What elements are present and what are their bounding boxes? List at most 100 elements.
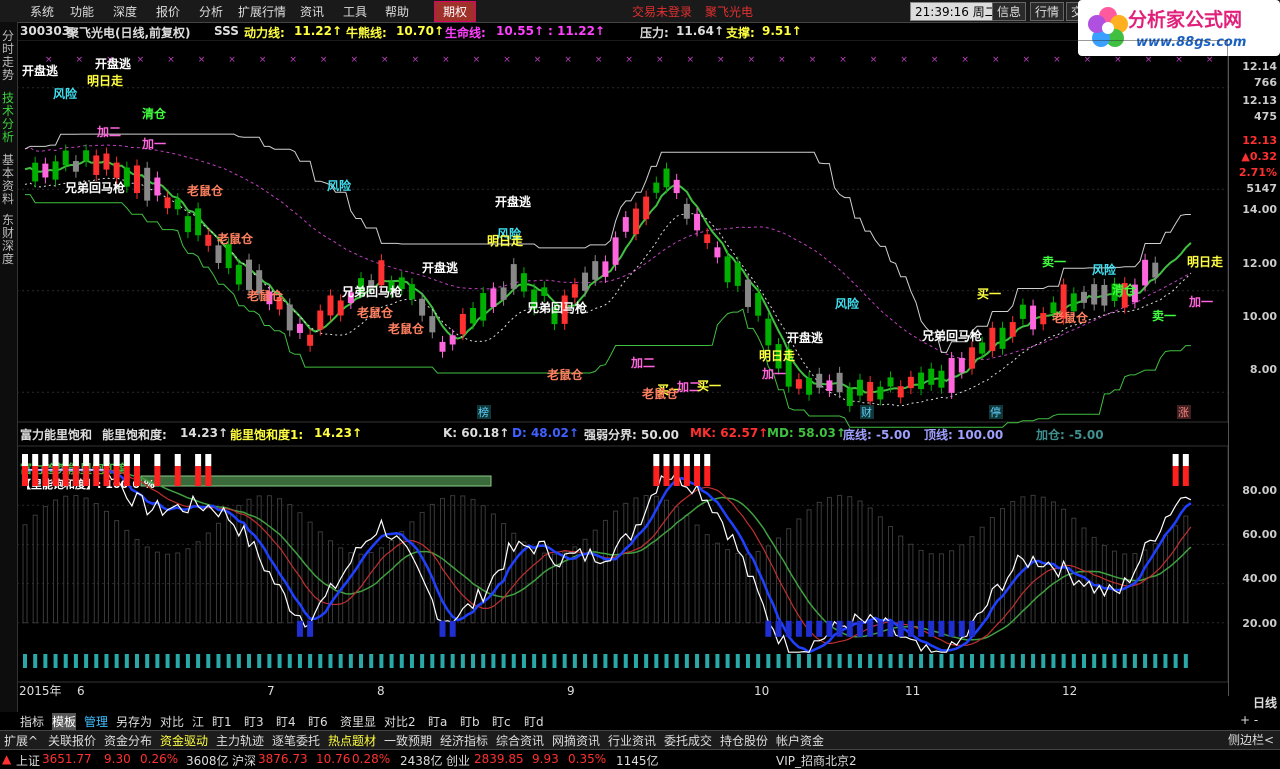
menu-help[interactable]: 帮助 <box>385 3 409 20</box>
chart-area[interactable]: ××××××××××××××××××××××××××××××××××××××××… <box>17 40 1228 712</box>
info-button[interactable]: 信息 <box>992 2 1027 21</box>
candle-body <box>755 293 762 316</box>
vip-account[interactable]: VIP_招商北京2 <box>776 752 857 769</box>
osc-base-bar <box>1122 654 1127 668</box>
toolbar-button[interactable]: 一致预期 <box>384 732 432 749</box>
saturation-block <box>134 466 141 486</box>
x-axis-label: 11 <box>905 684 920 698</box>
price-tick: 12.00 <box>1242 257 1277 270</box>
indicator-tab[interactable]: 盯3 <box>244 713 264 730</box>
toolbar-button[interactable]: 网摘资讯 <box>552 732 600 749</box>
menu-depth[interactable]: 深度 <box>113 3 137 20</box>
indicator-tab[interactable]: 江 <box>192 713 204 730</box>
osc-base-bar <box>593 654 598 668</box>
osc-column <box>969 536 975 624</box>
zoom-buttons[interactable]: + - <box>1240 713 1258 727</box>
signal-label: 开盘逃 <box>22 63 59 78</box>
toolbar-button[interactable]: 扩展^ <box>4 732 38 749</box>
osc-top-line: 顶线: 100.00 <box>924 428 1004 442</box>
osc-base-bar <box>511 654 516 668</box>
indicator-tab[interactable]: 盯d <box>524 713 544 730</box>
menu-news[interactable]: 资讯 <box>300 3 324 20</box>
toolbar-button[interactable]: 逐笔委托 <box>272 732 320 749</box>
cy-label[interactable]: 创业 <box>446 752 470 769</box>
osc-column <box>938 553 944 624</box>
cy-change: 9.93 <box>532 752 559 766</box>
saturation-cap <box>205 454 212 466</box>
toolbar-button[interactable]: 持仓股份 <box>720 732 768 749</box>
tab-eastmoney-depth[interactable]: 东财深度 <box>2 214 15 274</box>
tab-intraday[interactable]: 分时走势 <box>2 30 15 90</box>
tab-technical[interactable]: 技术分析 <box>2 92 15 152</box>
indicator-tab[interactable]: 资里显 <box>340 713 376 730</box>
saturation-cap <box>683 454 690 466</box>
osc-column <box>277 498 283 624</box>
signal-label: 开盘逃 <box>787 330 824 345</box>
menu-analysis[interactable]: 分析 <box>199 3 223 20</box>
toolbar-button[interactable]: 主力轨迹 <box>216 732 264 749</box>
osc-column <box>205 532 211 624</box>
indicator-tab[interactable]: 盯6 <box>308 713 328 730</box>
osc-column <box>1173 525 1179 624</box>
indicator-tab[interactable]: 另存为 <box>116 713 152 730</box>
menu-function[interactable]: 功能 <box>70 3 94 20</box>
saturation-cap <box>113 454 120 466</box>
toolbar-button[interactable]: 帐户资金 <box>776 732 824 749</box>
candle-body <box>683 203 690 219</box>
menu-options[interactable]: 期权 <box>434 1 477 22</box>
saturation-cap <box>653 454 660 466</box>
osc-column <box>694 524 700 624</box>
menu-extended-market[interactable]: 扩展行情 <box>238 3 286 20</box>
market-button[interactable]: 行情 <box>1030 2 1065 21</box>
toolbar-button[interactable]: 资金分布 <box>104 732 152 749</box>
x-axis-label: 8 <box>377 684 385 698</box>
life-line-value: 10.55↑ <box>496 24 545 38</box>
signal-label: 老鼠仓 <box>357 305 394 320</box>
menu-tools[interactable]: 工具 <box>343 3 367 20</box>
indicator-tab[interactable]: 盯c <box>492 713 511 730</box>
saturation-cap <box>123 454 130 466</box>
toolbar-button[interactable]: 热点题材 <box>328 732 376 749</box>
top-marker: × <box>656 55 664 65</box>
indicator-tab-bar: 指标 模板 管理 另存为 对比江盯1 盯3 盯4 盯6 资里显 对比2 盯a 盯b 盯c 盯d <box>0 712 1280 730</box>
toolbar-button[interactable]: 综合资讯 <box>496 732 544 749</box>
day-marker: 停 <box>990 405 1001 419</box>
tab-fundamentals[interactable]: 基本资料 <box>2 154 15 214</box>
candle-body <box>154 177 161 196</box>
osc-column <box>653 495 659 624</box>
indicator-tab[interactable]: 模板 <box>52 713 77 730</box>
osc-base-bar <box>1132 654 1137 668</box>
menu-system[interactable]: 系统 <box>30 3 54 20</box>
toolbar-button[interactable]: 资金驱动 <box>160 732 208 749</box>
toolbar-button[interactable]: 关联报价 <box>48 732 96 749</box>
sidebar-toggle[interactable]: 侧边栏< <box>1228 731 1274 748</box>
menu-quote[interactable]: 报价 <box>156 3 180 20</box>
top-marker: × <box>320 55 328 65</box>
indicator-tab[interactable]: 对比2 <box>384 713 416 730</box>
chart-grid <box>17 40 1228 683</box>
toolbar-button[interactable]: 行业资讯 <box>608 732 656 749</box>
saturation-cap <box>663 454 670 466</box>
candle-body <box>724 256 731 283</box>
trade-login-notice[interactable]: 交易未登录 <box>632 3 692 20</box>
sh-label[interactable]: 上证 <box>16 752 40 769</box>
candle-body <box>449 335 456 345</box>
indicator-tab[interactable]: 指标 <box>20 713 44 730</box>
support-label: 支撑: <box>726 26 755 40</box>
osc-divide-value: 强弱分界: 50.00 <box>584 428 679 442</box>
signal-label: 清仓 <box>142 106 167 121</box>
toolbar-button[interactable]: 经济指标 <box>440 732 488 749</box>
hs-change: 10.76 <box>316 752 351 766</box>
indicator-tab[interactable]: 对比 <box>160 713 184 730</box>
indicator-tab[interactable]: 管理 <box>84 713 108 730</box>
candle-body <box>235 264 242 285</box>
hs-label[interactable]: 沪深 <box>232 752 256 769</box>
toolbar-button[interactable]: 委托成交 <box>664 732 712 749</box>
candle-body <box>571 284 578 298</box>
indicator-tab[interactable]: 盯4 <box>276 713 296 730</box>
indicator-tab[interactable]: 盯b <box>460 713 480 730</box>
indicator-tab[interactable]: 盯a <box>428 713 447 730</box>
osc-base-bar <box>908 654 913 668</box>
indicator-tab[interactable]: 盯1 <box>212 713 232 730</box>
signal-label: 兄弟回马枪 <box>921 328 982 343</box>
